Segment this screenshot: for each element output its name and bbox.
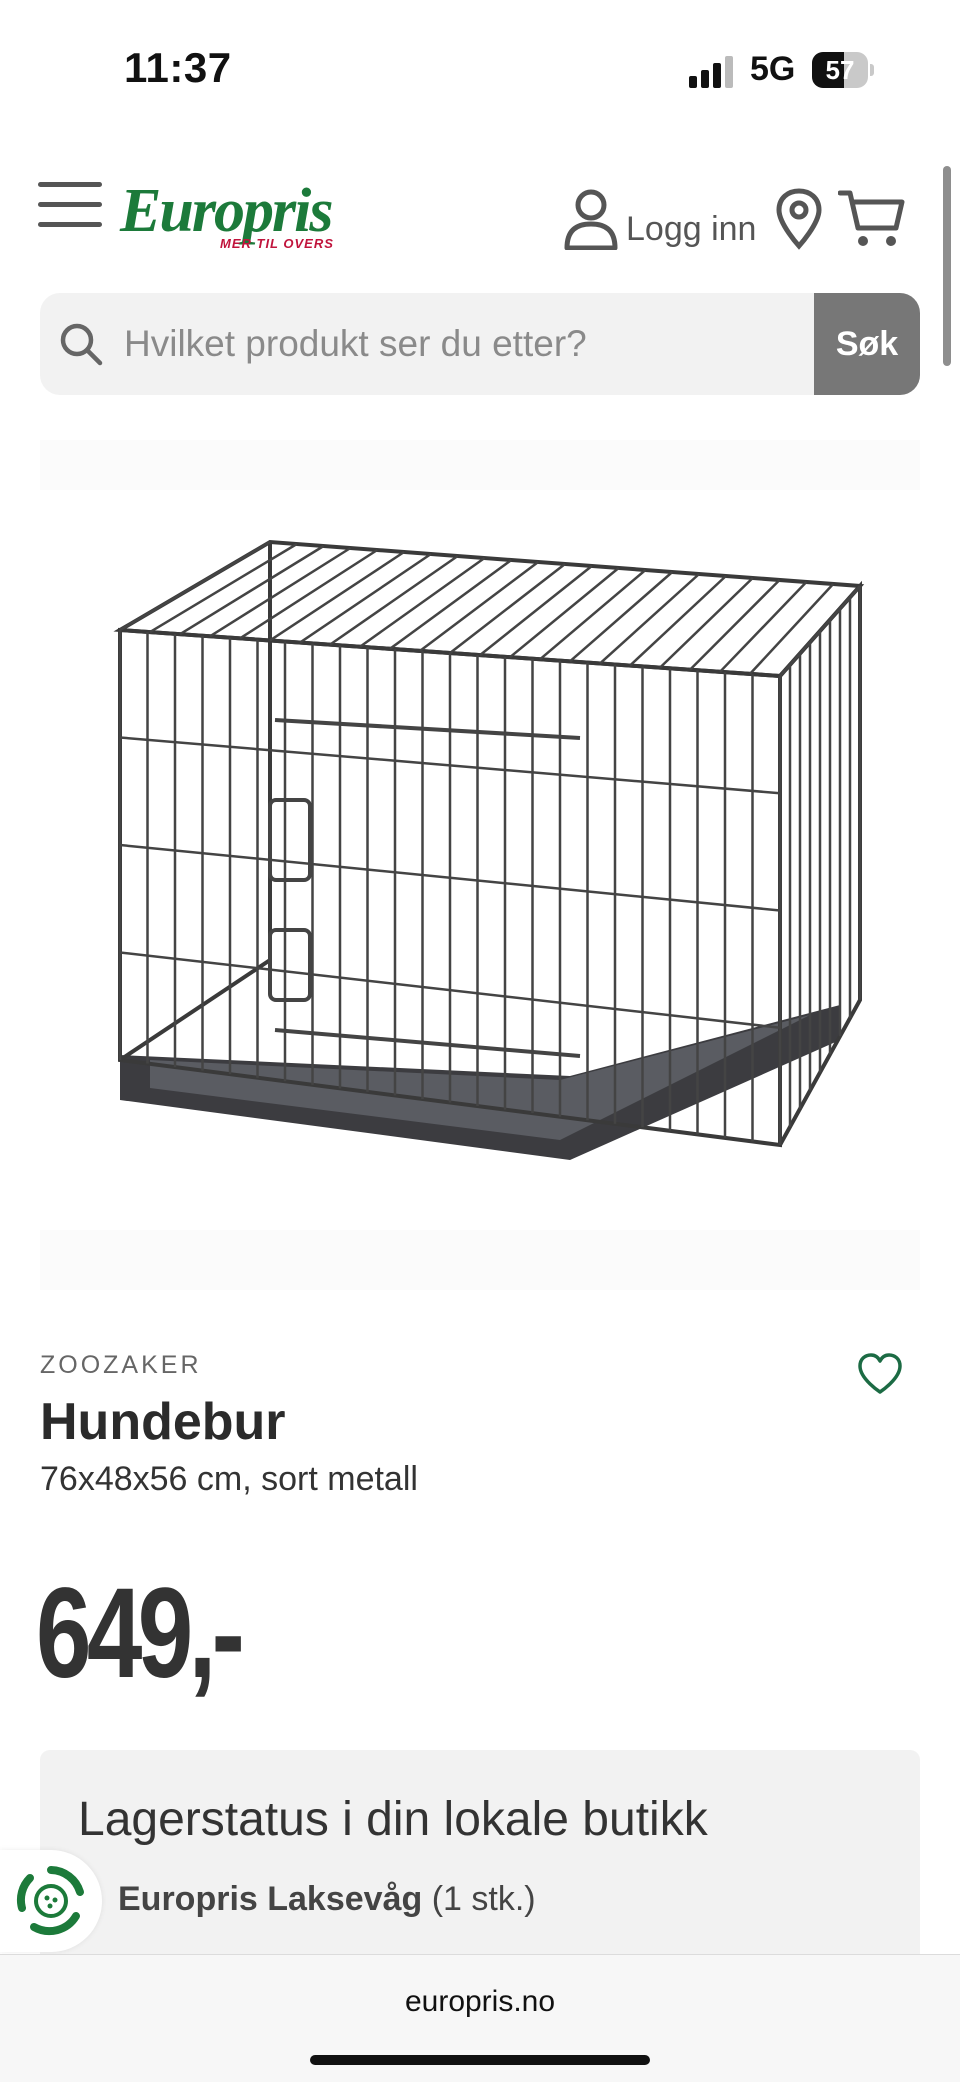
battery-icon: 57 — [812, 52, 874, 88]
search-input[interactable] — [120, 293, 844, 395]
search-bar: Søk — [40, 293, 920, 395]
europris-logo[interactable]: Europris MER TIL OVERS — [120, 176, 360, 256]
heart-icon[interactable] — [856, 1352, 904, 1396]
stock-status-title: Lagerstatus i din lokale butikk — [78, 1793, 708, 1846]
search-icon — [60, 323, 103, 366]
url-label[interactable]: europris.no — [0, 1985, 960, 2019]
page-scrollbar[interactable] — [943, 166, 951, 366]
dog-crate-picture — [40, 490, 920, 1230]
signal-icon — [689, 56, 733, 88]
menu-icon[interactable] — [38, 182, 102, 228]
home-indicator — [310, 2055, 650, 2065]
product-image[interactable] — [40, 440, 920, 1290]
login-link[interactable]: Logg inn — [626, 210, 756, 249]
product-brand: ZOOZAKER — [40, 1351, 202, 1379]
recycle-icon — [16, 1866, 84, 1936]
logo-tagline: MER TIL OVERS — [220, 236, 334, 251]
cart-icon[interactable] — [838, 188, 906, 250]
product-description: 76x48x56 cm, sort metall — [40, 1460, 418, 1498]
browser-address-bar: europris.no — [0, 1954, 960, 2082]
status-time: 11:37 — [124, 44, 232, 91]
product-price: 649,- — [36, 1562, 245, 1705]
store-stock-line[interactable]: Europris Laksevåg (1 stk.) — [118, 1880, 536, 1919]
battery-percent: 57 — [825, 55, 855, 85]
store-quantity: (1 stk.) — [431, 1880, 536, 1918]
network-type: 5G — [750, 50, 796, 88]
location-icon[interactable] — [774, 188, 824, 250]
user-icon[interactable] — [562, 188, 620, 250]
recycle-badge[interactable] — [0, 1850, 102, 1952]
product-name: Hundebur — [40, 1393, 286, 1451]
store-name: Europris Laksevåg — [118, 1880, 423, 1918]
search-button[interactable]: Søk — [814, 293, 920, 395]
